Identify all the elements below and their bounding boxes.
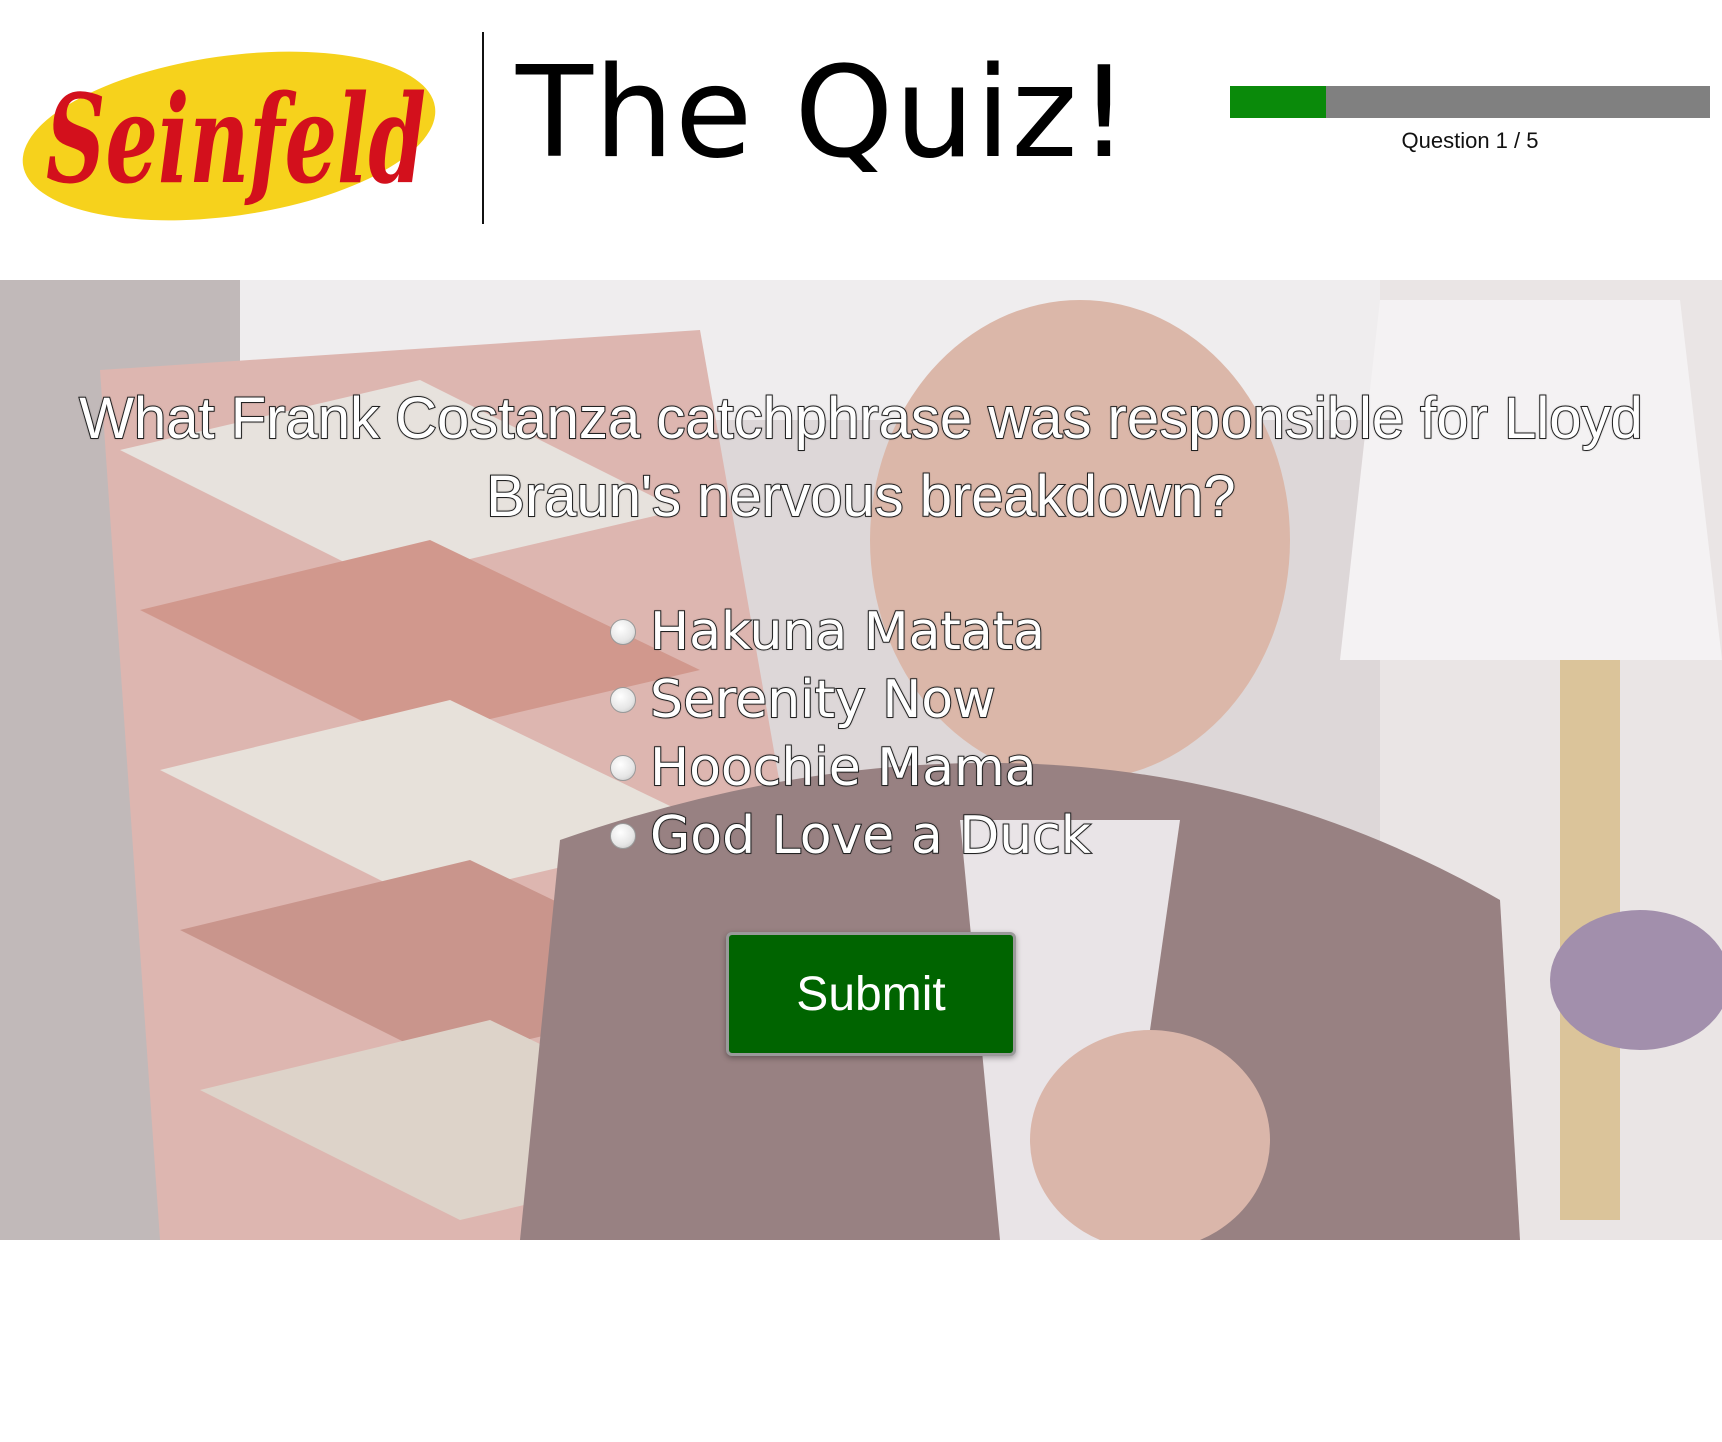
answer-options: Hakuna Matata Serenity Now Hoochie Mama … xyxy=(610,598,1310,870)
page-header: Seinfeld The Quiz! Question 1 / 5 xyxy=(0,0,1722,280)
answer-option[interactable]: Hoochie Mama xyxy=(610,734,1310,802)
quiz-progress-bar xyxy=(1230,86,1710,118)
option-label: Hakuna Matata xyxy=(649,601,1046,663)
radio-button[interactable] xyxy=(610,619,636,645)
page-title: The Quiz! xyxy=(516,39,1131,186)
progress-fill xyxy=(1230,86,1326,118)
header-divider xyxy=(482,32,484,224)
quiz-panel: What Frank Costanza catchphrase was resp… xyxy=(0,280,1722,1240)
radio-button[interactable] xyxy=(610,755,636,781)
logo-wordmark: Seinfeld xyxy=(46,67,426,211)
option-label: Serenity Now xyxy=(649,669,997,731)
seinfeld-logo: Seinfeld xyxy=(16,32,442,222)
option-label: God Love a Duck xyxy=(649,805,1092,867)
radio-button[interactable] xyxy=(610,687,636,713)
answer-option[interactable]: God Love a Duck xyxy=(610,802,1310,870)
radio-button[interactable] xyxy=(610,823,636,849)
answer-option[interactable]: Hakuna Matata xyxy=(610,598,1310,666)
option-label: Hoochie Mama xyxy=(649,737,1037,799)
progress-label: Question 1 / 5 xyxy=(1401,128,1539,153)
question-text: What Frank Costanza catchphrase was resp… xyxy=(78,385,1644,530)
answer-option[interactable]: Serenity Now xyxy=(610,666,1310,734)
submit-button[interactable]: Submit xyxy=(726,932,1016,1056)
